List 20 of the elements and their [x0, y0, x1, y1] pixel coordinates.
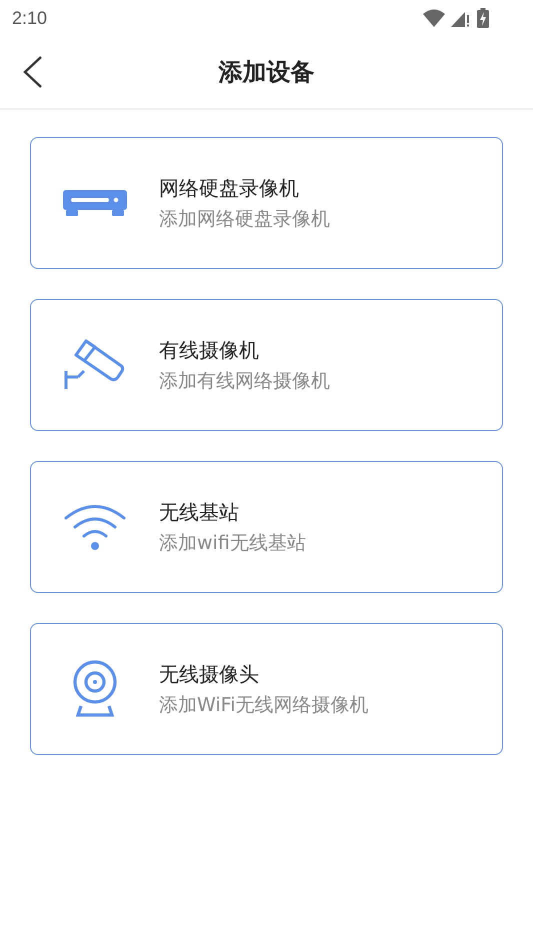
device-subtitle: 添加WiFi无线网络摄像机: [159, 692, 368, 718]
wifi-signal-icon: [423, 9, 445, 27]
device-title: 无线基站: [159, 498, 240, 526]
webcam-icon: [71, 660, 119, 718]
device-card[interactable]: 有线摄像机 添加有线网络摄像机: [30, 299, 503, 431]
device-card[interactable]: 无线基站 添加wifi无线基站: [30, 461, 503, 593]
recorder-icon: [62, 189, 128, 217]
device-title: 网络硬盘录像机: [159, 174, 300, 202]
device-subtitle: 添加wifi无线基站: [159, 530, 306, 556]
device-title: 有线摄像机: [159, 336, 260, 364]
device-title: 无线摄像头: [159, 660, 260, 688]
battery-charging-icon: [477, 8, 489, 28]
device-card[interactable]: 无线摄像头 添加WiFi无线网络摄像机: [30, 623, 503, 755]
back-icon[interactable]: [22, 55, 44, 89]
status-time: 2:10: [12, 8, 48, 28]
device-card[interactable]: 网络硬盘录像机 添加网络硬盘录像机: [30, 137, 503, 269]
device-subtitle: 添加有线网络摄像机: [159, 368, 330, 394]
wifi-icon: [64, 503, 126, 551]
page-title: 添加设备: [218, 57, 314, 88]
device-subtitle: 添加网络硬盘录像机: [159, 206, 330, 232]
